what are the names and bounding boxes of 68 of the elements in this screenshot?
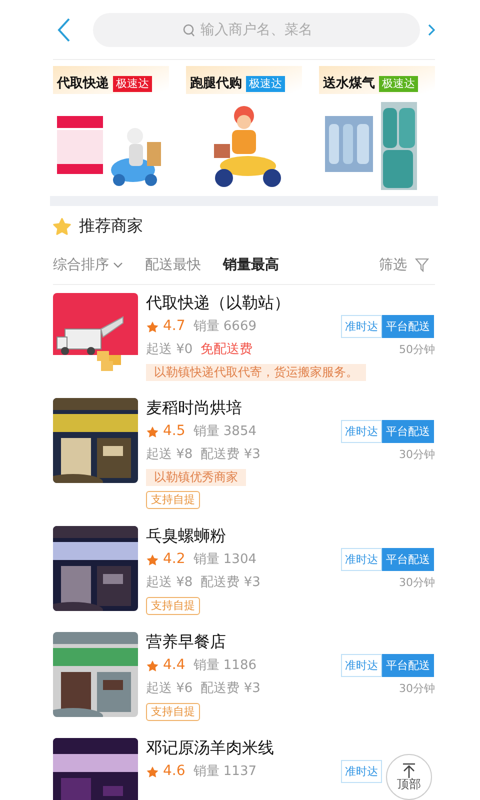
sales-count: 销量 1304: [193, 551, 256, 569]
star-icon: [146, 554, 159, 566]
filter-icon: [415, 258, 429, 272]
rating-value: 4.2: [163, 550, 186, 569]
min-order: 起送 ¥6: [146, 680, 193, 698]
merchant-name: 麦稻时尚烘培: [146, 398, 242, 418]
promo-banner[interactable]: 送水煤气 极速达: [319, 66, 435, 190]
delivery-fee: 配送费 ¥3: [200, 680, 260, 698]
merchant-name: 代取快递（以勒站）: [146, 293, 290, 313]
merchant-name: 邓记原汤羊肉米线: [146, 738, 274, 758]
merchant-note: 以勒镇优秀商家: [146, 469, 246, 486]
banner-title: 代取快递: [57, 74, 109, 93]
delivery-time: 30分钟: [399, 575, 435, 591]
sort-tab[interactable]: 销量最高: [223, 254, 279, 276]
service-tag: 平台配送: [382, 654, 434, 677]
merchant-note: 以勒镇快递代取代寄，货运搬家服务。: [146, 364, 366, 381]
search-icon: [182, 24, 194, 36]
sales-count: 销量 6669: [193, 318, 256, 336]
sales-count: 销量 3854: [193, 423, 256, 441]
banner-badge: 极速达: [379, 76, 418, 92]
sort-tab[interactable]: 配送最快: [145, 254, 201, 276]
section-title: 推荐商家: [79, 215, 143, 237]
star-icon: [146, 426, 159, 438]
pickup-tag: 支持自提: [146, 597, 200, 615]
delivery-time: 50分钟: [399, 342, 435, 358]
service-tag: 平台配送: [382, 315, 434, 338]
chevron-down-icon: [113, 262, 123, 268]
service-tag: 准时达: [341, 654, 382, 677]
sales-count: 销量 1186: [193, 657, 256, 675]
banner-title: 送水煤气: [323, 75, 375, 93]
star-icon: [146, 766, 159, 778]
banner-badge: 极速达: [246, 76, 285, 92]
delivery-fee: 免配送费: [200, 341, 253, 359]
rating-value: 4.6: [163, 762, 186, 781]
back-to-top-button[interactable]: 顶部: [386, 754, 432, 800]
delivery-fee: 配送费 ¥3: [200, 446, 260, 464]
min-order: 起送 ¥8: [146, 574, 193, 592]
service-tag: 准时达: [341, 315, 382, 338]
service-tag: 平台配送: [382, 548, 434, 571]
sales-count: 销量 1137: [193, 763, 256, 781]
delivery-fee: 配送费 ¥3: [200, 574, 260, 592]
pickup-tag: 支持自提: [146, 491, 200, 509]
merchant-name: 乓臭螺蛳粉: [146, 526, 226, 546]
rating-value: 4.7: [163, 317, 186, 336]
banner-badge: 极速达: [113, 76, 152, 92]
back-icon[interactable]: [57, 16, 71, 42]
star-icon: [53, 218, 71, 234]
arrow-up-icon: [402, 762, 416, 778]
delivery-time: 30分钟: [399, 681, 435, 697]
rating-value: 4.5: [163, 422, 186, 441]
search-field[interactable]: 输入商户名、菜名: [93, 12, 420, 46]
forward-icon[interactable]: [428, 24, 435, 36]
promo-banner[interactable]: 跑腿代购 极速达: [186, 66, 302, 190]
service-tag: 准时达: [341, 760, 382, 783]
min-order: 起送 ¥0: [146, 341, 193, 359]
service-tag: 准时达: [341, 548, 382, 571]
pickup-tag: 支持自提: [146, 703, 200, 721]
sort-tab[interactable]: 综合排序: [53, 254, 123, 276]
min-order: 起送 ¥8: [146, 446, 193, 464]
filter-button[interactable]: 筛选: [379, 254, 429, 276]
merchant-name: 营养早餐店: [146, 632, 226, 652]
star-icon: [146, 660, 159, 672]
rating-value: 4.4: [163, 656, 186, 675]
service-tag: 平台配送: [382, 420, 434, 443]
delivery-time: 30分钟: [399, 447, 435, 463]
banner-title: 跑腿代购: [190, 75, 242, 93]
star-icon: [146, 320, 159, 332]
service-tag: 准时达: [341, 420, 382, 443]
